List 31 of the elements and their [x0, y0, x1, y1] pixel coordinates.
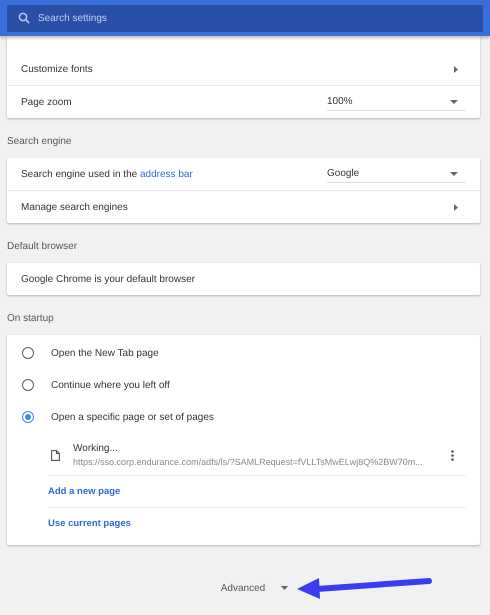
action-link[interactable]: Use current pages	[48, 518, 131, 529]
action-link[interactable]: Add a new page	[48, 486, 120, 497]
radio-button[interactable]	[22, 411, 34, 423]
document-icon	[51, 450, 60, 460]
section-title: Default browser	[7, 240, 78, 254]
search-field[interactable]: Search settings	[7, 5, 483, 32]
radio-label[interactable]: Open the New Tab page	[51, 348, 159, 358]
advanced-button[interactable]: Advanced	[216, 578, 292, 598]
page-title: Working...	[73, 443, 119, 454]
arrow-right-icon[interactable]	[454, 204, 458, 210]
setting-label: Search engine used in the address bar	[21, 168, 193, 180]
section-title: Search engine	[7, 135, 72, 149]
dropdown[interactable]: 100%	[327, 93, 466, 111]
dropdown-arrow-icon	[450, 100, 458, 104]
dropdown-arrow-icon	[450, 172, 458, 176]
dropdown[interactable]: Google	[327, 165, 466, 183]
more-options-icon[interactable]	[451, 450, 454, 460]
arrow-right-icon[interactable]	[454, 66, 458, 72]
address-bar-link[interactable]: address bar	[140, 168, 193, 180]
radio-button[interactable]	[22, 379, 34, 391]
radio-label[interactable]: Continue where you left off	[51, 380, 170, 390]
setting-label: Manage search engines	[21, 202, 128, 212]
dropdown-arrow-icon	[281, 586, 288, 590]
section-title: On startup	[7, 312, 55, 326]
setting-label: Page zoom	[21, 96, 72, 108]
setting-label: Customize fonts	[21, 64, 93, 74]
radio-button[interactable]	[22, 347, 34, 359]
radio-label[interactable]: Open a specific page or set of pages	[51, 412, 214, 422]
setting-label: Google Chrome is your default browser	[21, 274, 195, 284]
search-icon	[18, 12, 30, 24]
page-url: https://sso.corp.endurance.com/adfs/ls/?SAMLRequest=fVLLTsMwELwj8Q%2BW70m...	[73, 457, 424, 467]
